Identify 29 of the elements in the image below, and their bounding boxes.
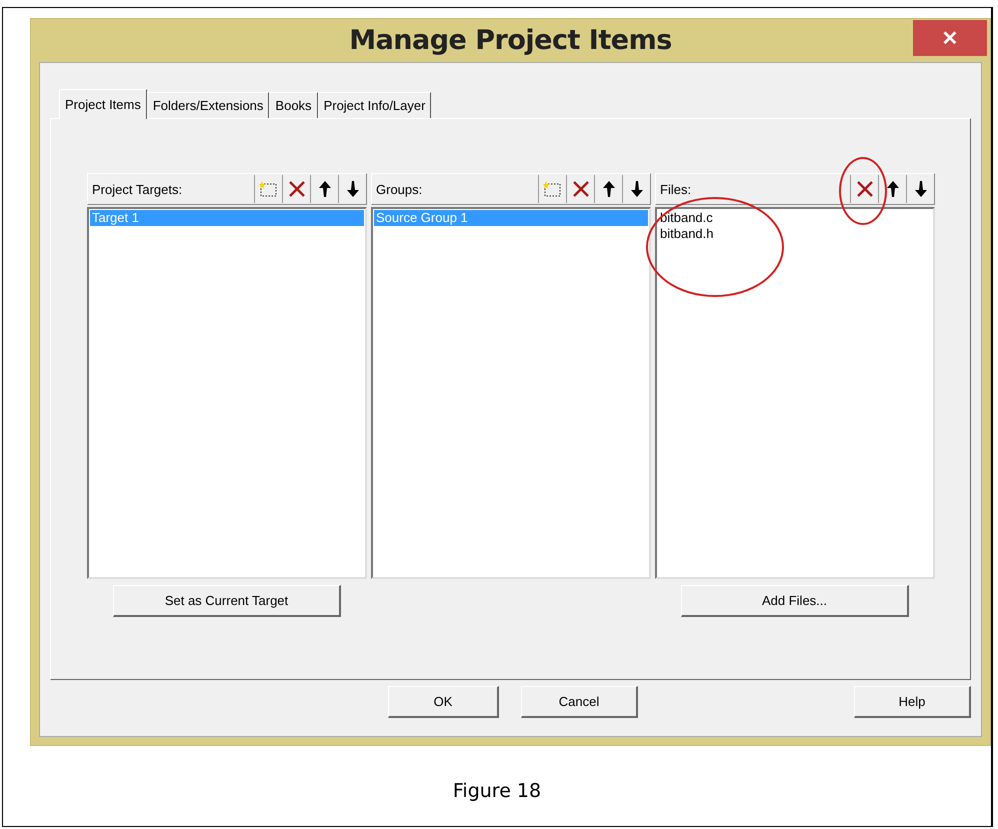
dialog-button[interactable]: Cancel [521,686,638,718]
delete-icon [288,180,306,198]
delete-icon [572,180,590,198]
list-label: Groups: [376,182,424,196]
new-item-icon [258,180,278,198]
figure-caption: Figure 18 [452,780,542,802]
tab[interactable]: Folders/Extensions [146,92,270,118]
action-button[interactable]: Add Files... [681,585,909,617]
annotation-circle [839,157,887,225]
up-arrow-icon [602,180,616,198]
list-label: Project Targets: [92,182,184,196]
close-button[interactable]: ✕ [913,20,987,56]
action-button[interactable]: Set as Current Target [113,585,341,617]
list-item[interactable]: bitband.h [658,226,932,242]
tab[interactable]: Project Info/Layer [318,92,432,118]
down-arrow-icon [630,180,644,198]
list-item[interactable]: bitband.c [658,210,932,226]
down-arrow-icon [346,180,360,198]
window-title: Manage Project Items [349,25,672,56]
down-arrow-icon [914,180,928,198]
up-arrow-icon [318,180,332,198]
dialog-button[interactable]: Help [854,686,972,718]
up-arrow-icon [886,180,900,198]
tab[interactable]: Books [269,92,318,118]
new-item-icon [542,180,562,198]
delete-icon [856,180,874,198]
tab[interactable]: Project Items [59,89,147,119]
list-label: Files: [660,182,692,196]
dialog-button[interactable]: OK [388,686,500,718]
